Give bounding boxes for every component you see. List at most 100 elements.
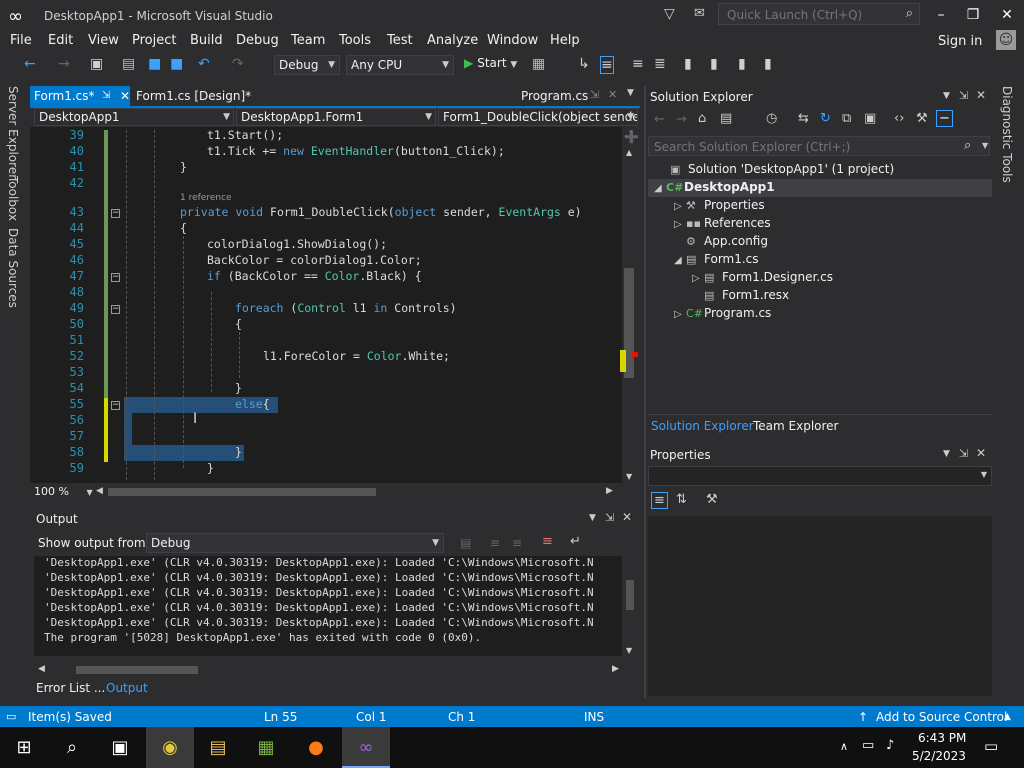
- scroll-left-icon[interactable]: ◀: [38, 664, 45, 674]
- task-view-icon[interactable]: ▣: [96, 727, 144, 768]
- close-icon[interactable]: ✕: [976, 446, 986, 460]
- alphabetical-icon[interactable]: ⇅: [676, 492, 687, 507]
- add-to-source-control-button[interactable]: Add to Source Control: [876, 710, 1007, 724]
- quick-launch-box[interactable]: ⌕: [718, 3, 920, 25]
- tree-item-app-config[interactable]: ⚙ App.config: [674, 234, 768, 248]
- expand-icon[interactable]: ▷: [674, 219, 686, 230]
- search-icon[interactable]: ⌕: [906, 6, 913, 21]
- minimize-button[interactable]: –: [926, 4, 956, 26]
- tab-program-cs[interactable]: Program.cs: [521, 86, 588, 106]
- clock-time[interactable]: 6:43 PM: [918, 731, 966, 745]
- scrollbar-thumb[interactable]: [626, 580, 634, 610]
- solution-explorer-search[interactable]: [648, 136, 990, 156]
- menu-help[interactable]: Help: [550, 33, 580, 48]
- new-project-icon[interactable]: ▣: [90, 56, 103, 72]
- start-debugging-button[interactable]: ▶ Start ▼: [464, 56, 517, 70]
- word-wrap-icon[interactable]: ↵: [570, 534, 581, 549]
- browse-icon[interactable]: ▦: [532, 56, 545, 72]
- refresh-icon[interactable]: ↻: [820, 111, 831, 126]
- tree-item-solution[interactable]: ▣ Solution 'DesktopApp1' (1 project): [658, 162, 894, 176]
- expand-icon[interactable]: ◢: [674, 255, 686, 266]
- tree-item-form1-cs[interactable]: ◢ ▤ Form1.cs: [674, 252, 759, 266]
- chevron-up-icon[interactable]: ▲: [1004, 712, 1011, 722]
- search-icon[interactable]: ⌕: [48, 727, 96, 768]
- visual-studio-taskbar-icon[interactable]: ∞: [342, 727, 390, 768]
- step-icon[interactable]: ↳: [578, 56, 590, 72]
- menu-tools[interactable]: Tools: [339, 33, 371, 48]
- comment-icon[interactable]: ≡: [632, 56, 644, 72]
- navigate-back-icon[interactable]: ←: [24, 56, 36, 72]
- chevron-down-icon[interactable]: ▼: [589, 513, 596, 523]
- pin-icon[interactable]: ⇲: [605, 511, 614, 524]
- expand-icon[interactable]: ◢: [654, 183, 666, 194]
- toolbox-tab[interactable]: Toolbox: [6, 176, 20, 221]
- scroll-right-icon[interactable]: ▶: [606, 486, 613, 496]
- next-message-icon[interactable]: ≡: [512, 536, 522, 550]
- back-icon[interactable]: ←: [654, 112, 665, 127]
- collapse-all-icon[interactable]: ⧉: [842, 111, 851, 126]
- forward-icon[interactable]: →: [676, 112, 687, 127]
- tab-list-chevron-icon[interactable]: ▼: [627, 88, 634, 98]
- notepad-icon[interactable]: ▦: [242, 727, 290, 768]
- volume-icon[interactable]: ♪: [886, 738, 894, 753]
- pin-icon[interactable]: ⇲: [959, 89, 968, 102]
- open-file-icon[interactable]: ▤: [122, 56, 135, 72]
- property-pages-icon[interactable]: ⚒: [706, 492, 718, 507]
- tab-error-list[interactable]: Error List ...: [36, 681, 105, 695]
- clock-date[interactable]: 5/2/2023: [912, 749, 966, 763]
- code-lens-references[interactable]: 1 reference: [180, 193, 232, 203]
- sign-in-link[interactable]: Sign in: [938, 34, 982, 49]
- menu-edit[interactable]: Edit: [48, 33, 73, 48]
- bookmark-next-icon[interactable]: ▮: [738, 56, 746, 72]
- toggle-format-icon[interactable]: ≡: [600, 56, 614, 74]
- expand-icon[interactable]: ▷: [692, 273, 704, 284]
- find-message-icon[interactable]: ▤: [460, 536, 471, 550]
- tree-item-program-cs[interactable]: ▷ C#Program.cs: [674, 306, 771, 320]
- previous-message-icon[interactable]: ≡: [490, 536, 500, 550]
- menu-window[interactable]: Window: [487, 33, 538, 48]
- collapse-icon[interactable]: −: [111, 273, 120, 282]
- panel-divider[interactable]: [644, 86, 646, 698]
- menu-debug[interactable]: Debug: [236, 33, 279, 48]
- categorized-icon[interactable]: ≡: [651, 492, 668, 509]
- tab-form1-design[interactable]: Form1.cs [Design]*: [136, 86, 251, 106]
- pending-changes-icon[interactable]: ◷: [766, 111, 777, 126]
- chevron-down-icon[interactable]: ▼: [943, 449, 950, 459]
- data-sources-tab[interactable]: Data Sources: [6, 228, 20, 308]
- close-window-button[interactable]: ✕: [992, 4, 1022, 26]
- properties-wrench-icon[interactable]: ⚒: [916, 111, 928, 126]
- show-hidden-icons-icon[interactable]: ∧: [840, 740, 848, 753]
- notifications-icon[interactable]: ▭: [984, 737, 998, 755]
- bookmark-clear-icon[interactable]: ▮: [764, 56, 772, 72]
- solution-configuration-dropdown[interactable]: Debug ▼: [274, 55, 340, 75]
- undo-icon[interactable]: ↶: [198, 56, 210, 72]
- visual-studio-logo-icon[interactable]: ∞: [8, 6, 32, 28]
- sync-icon[interactable]: ⇆: [798, 111, 809, 126]
- close-icon[interactable]: ✕: [120, 86, 130, 106]
- tab-output[interactable]: Output: [106, 681, 148, 695]
- show-all-files-icon[interactable]: ▣: [864, 111, 876, 126]
- scroll-down-icon[interactable]: ▼: [626, 472, 632, 481]
- bookmark-prev-icon[interactable]: ▮: [710, 56, 718, 72]
- firefox-icon[interactable]: ●: [292, 727, 340, 768]
- tab-solution-explorer[interactable]: Solution Explorer: [651, 419, 754, 433]
- clear-all-icon[interactable]: ≡: [542, 534, 553, 549]
- tree-item-form1-resx[interactable]: ▤ Form1.resx: [692, 288, 789, 302]
- menu-test[interactable]: Test: [387, 33, 413, 48]
- output-source-dropdown[interactable]: Debug ▼: [146, 533, 444, 553]
- uncomment-icon[interactable]: ≣: [654, 56, 666, 72]
- quick-launch-input[interactable]: [725, 7, 899, 23]
- menu-view[interactable]: View: [88, 33, 119, 48]
- horizontal-scrollbar-thumb[interactable]: [108, 488, 376, 496]
- close-icon[interactable]: ✕: [622, 510, 632, 524]
- collapse-icon[interactable]: −: [111, 209, 120, 218]
- close-icon[interactable]: ✕: [976, 88, 986, 102]
- scroll-left-icon[interactable]: ◀: [96, 486, 103, 496]
- pin-icon[interactable]: ⇲: [590, 88, 599, 101]
- menu-analyze[interactable]: Analyze: [427, 33, 478, 48]
- search-icon[interactable]: ⌕: [964, 138, 971, 153]
- zoom-dropdown[interactable]: 100 % ▼: [34, 485, 93, 498]
- diagnostic-tools-tab[interactable]: Diagnostic Tools: [1000, 86, 1014, 183]
- menu-project[interactable]: Project: [132, 33, 176, 48]
- member-nav-dropdown[interactable]: Form1_DoubleClick(object sende ▼: [438, 108, 638, 126]
